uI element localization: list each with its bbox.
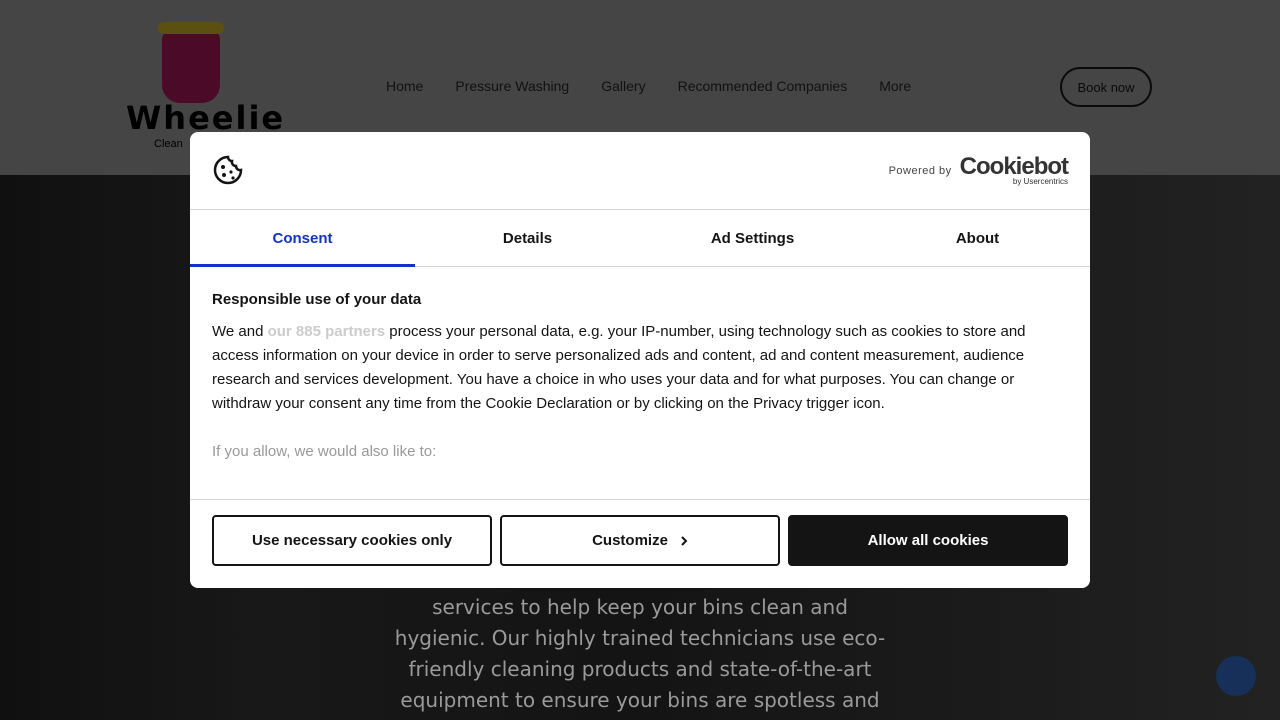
powered-by-label: Powered by xyxy=(888,165,952,177)
consent-text: We and our 885 partners process your per… xyxy=(212,320,1068,416)
allow-label: Allow all cookies xyxy=(867,532,989,549)
brand-name: Cookiebot xyxy=(959,153,1069,180)
scroll-fade xyxy=(190,473,1090,499)
nav-pressure-washing[interactable]: Pressure Washing xyxy=(455,78,569,94)
tab-consent[interactable]: Consent xyxy=(190,210,415,267)
powered-by[interactable]: Powered by Cookiebot by Usercentrics xyxy=(888,153,1069,186)
bin-mascot-icon xyxy=(162,28,220,103)
customize-label: Customize xyxy=(592,532,668,549)
allow-all-cookies-button[interactable]: Allow all cookies xyxy=(788,515,1068,566)
consent-heading: Responsible use of your data xyxy=(212,291,422,308)
chevron-right-icon xyxy=(681,535,688,546)
book-now-button[interactable]: Book now xyxy=(1060,67,1152,107)
consent-body[interactable]: Responsible use of your data We and our … xyxy=(190,267,1090,499)
cookie-icon xyxy=(213,155,243,185)
site-logo[interactable]: Wheelie Clean xyxy=(126,22,283,152)
dialog-footer: Use necessary cookies only Customize All… xyxy=(190,499,1090,581)
nav-gallery[interactable]: Gallery xyxy=(601,78,645,94)
tab-about[interactable]: About xyxy=(865,210,1090,266)
nav-home[interactable]: Home xyxy=(386,78,423,94)
consent-extra-text: If you allow, we would also like to: xyxy=(212,443,437,460)
cookiebot-logo: Cookiebot by Usercentrics xyxy=(959,153,1069,186)
cookie-consent-dialog: Powered by Cookiebot by Usercentrics Cons… xyxy=(190,132,1090,588)
tab-ad-settings[interactable]: Ad Settings xyxy=(640,210,865,266)
logo-subtext: Clean xyxy=(154,138,183,150)
bin-lid-icon xyxy=(158,22,224,34)
necessary-label: Use necessary cookies only xyxy=(251,532,453,549)
customize-button[interactable]: Customize xyxy=(500,515,780,566)
tab-details[interactable]: Details xyxy=(415,210,640,266)
hero-text: services to help keep your bins clean an… xyxy=(394,595,886,712)
nav-more[interactable]: More xyxy=(879,78,911,94)
chat-button[interactable] xyxy=(1216,656,1256,696)
consent-text-pre: We and xyxy=(212,323,268,340)
necessary-cookies-button[interactable]: Use necessary cookies only xyxy=(212,515,492,566)
dialog-tabs: Consent Details Ad Settings About xyxy=(190,210,1090,267)
dialog-header: Powered by Cookiebot by Usercentrics xyxy=(190,132,1090,210)
main-nav: Home Pressure Washing Gallery Recommende… xyxy=(386,78,911,94)
partners-link[interactable]: our 885 partners xyxy=(268,323,386,340)
logo-text: Wheelie xyxy=(126,99,286,137)
nav-recommended-companies[interactable]: Recommended Companies xyxy=(678,78,848,94)
